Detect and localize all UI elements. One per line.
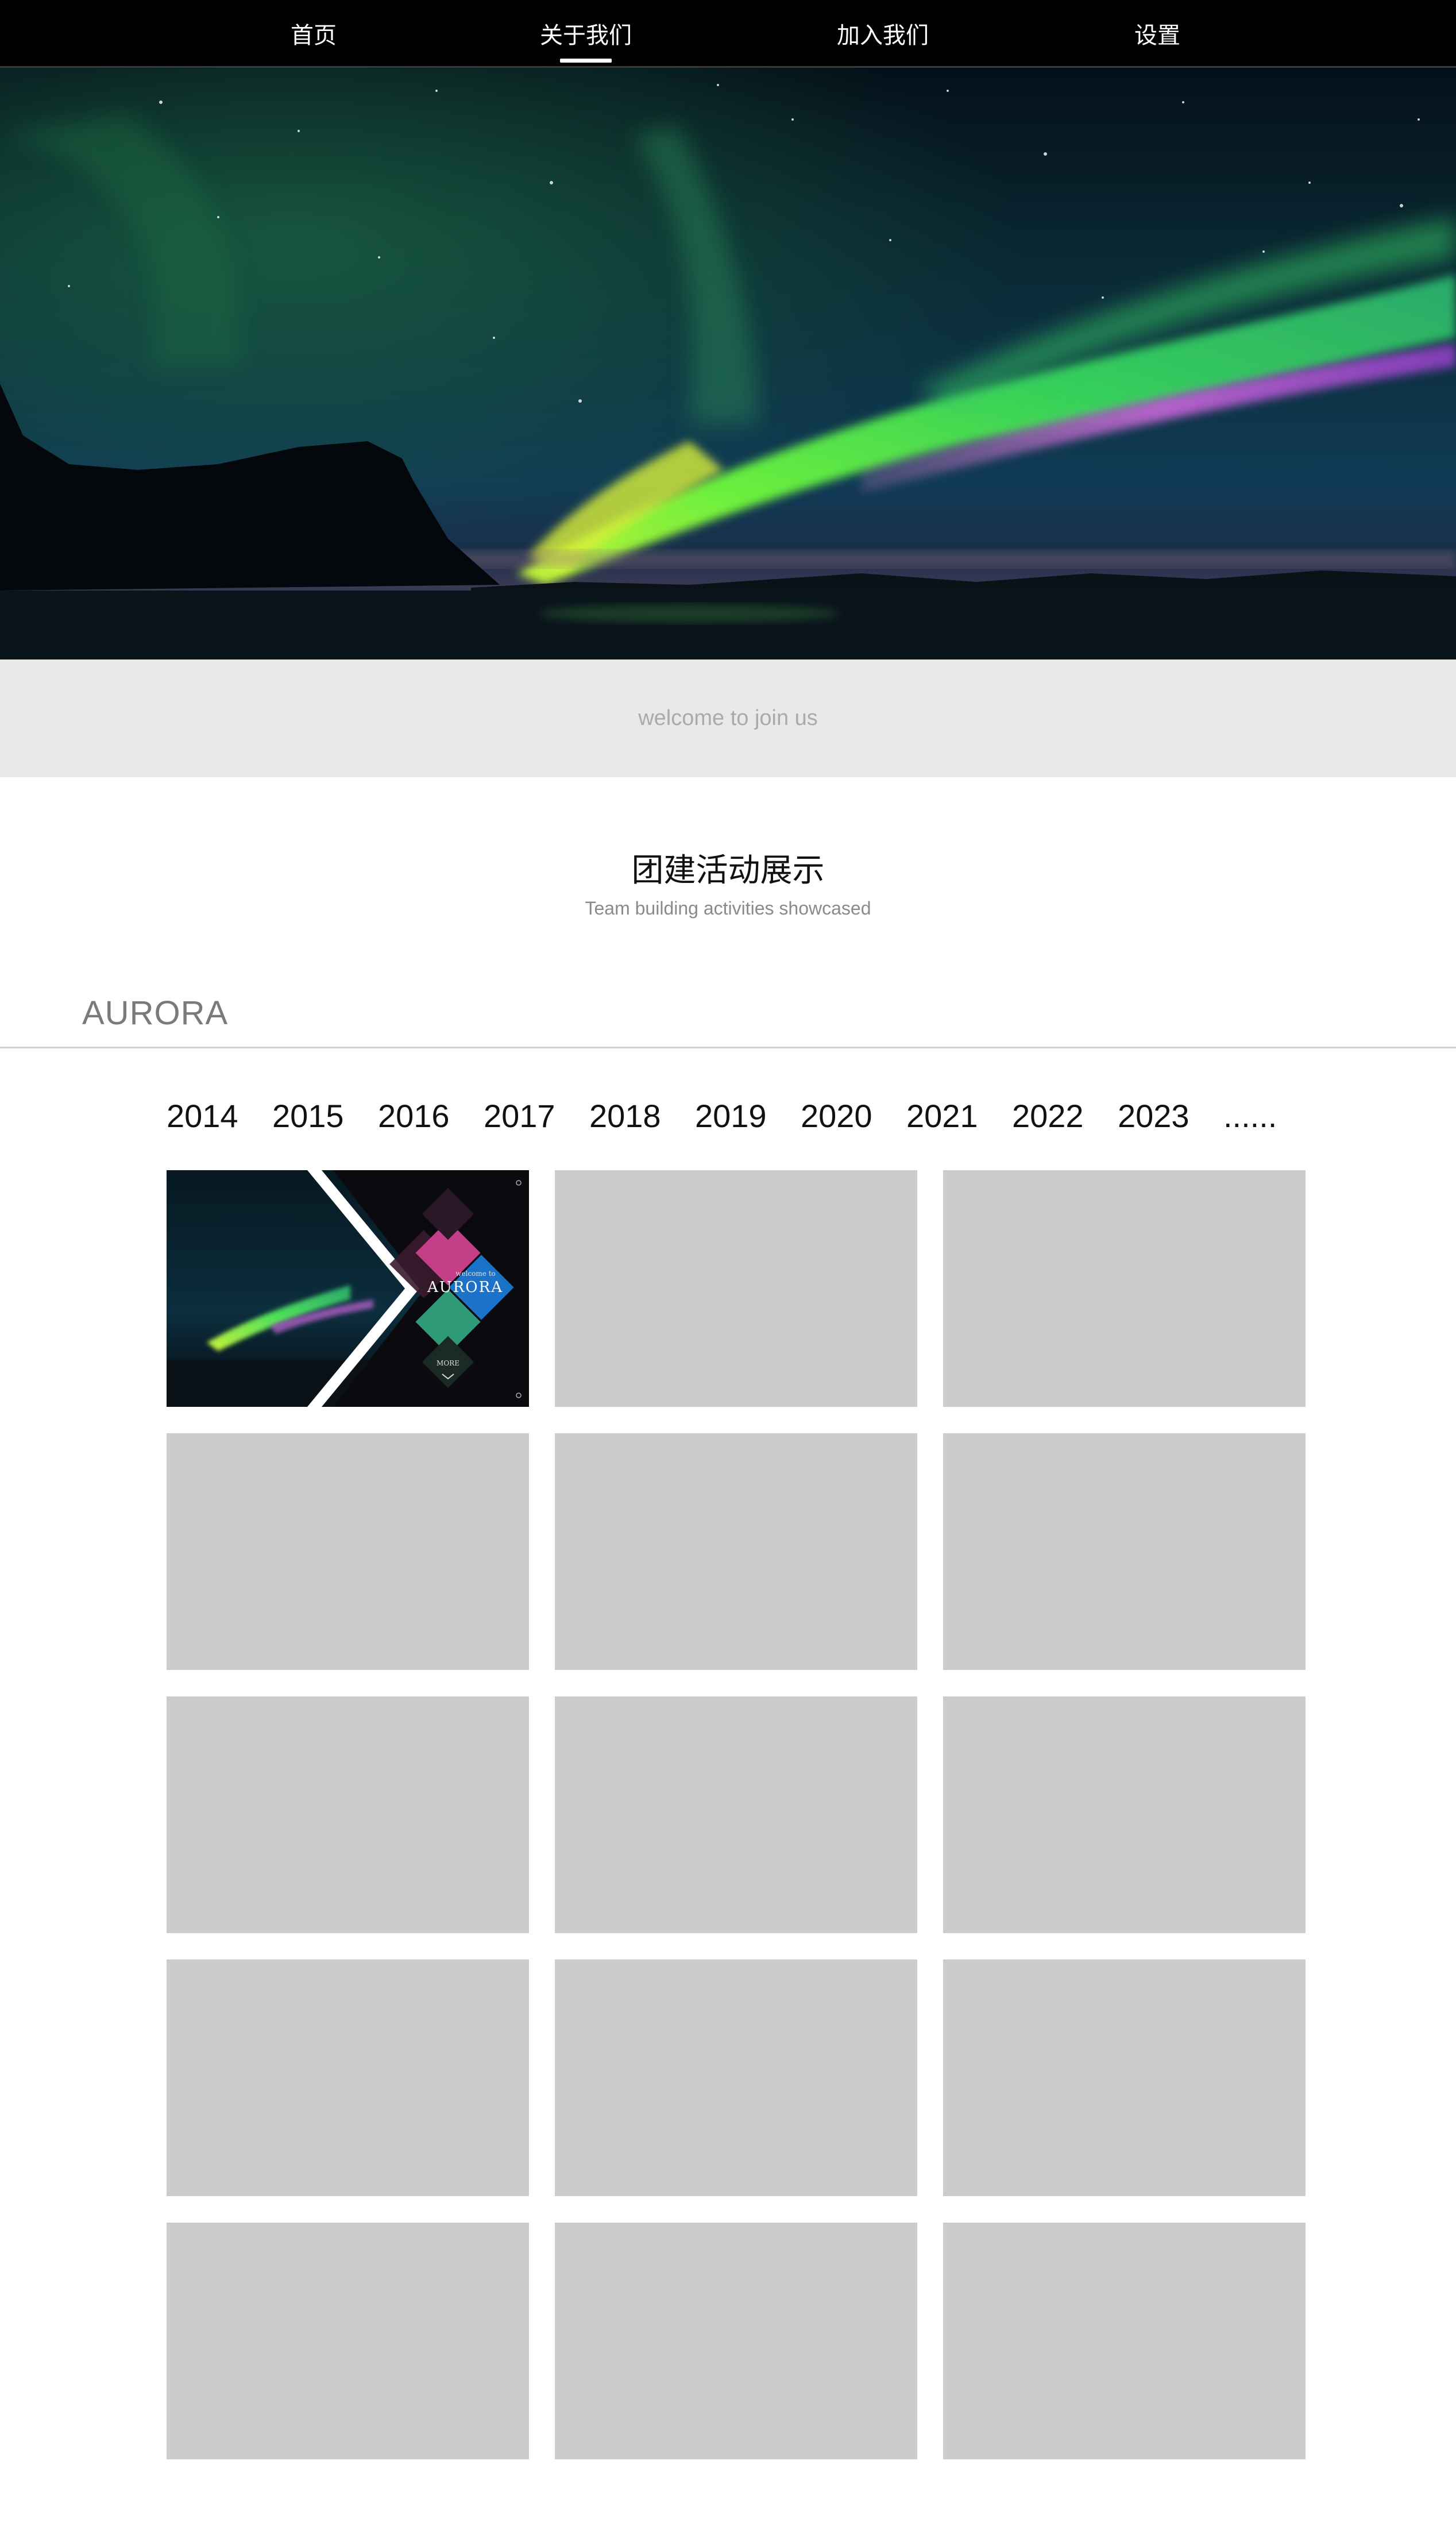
thumbnail-more-text: MORE xyxy=(437,1359,459,1367)
year-tab-2019[interactable]: 2019 xyxy=(695,1097,801,1143)
section-subtitle: Team building activities showcased xyxy=(585,898,871,919)
nav-item-label: 设置 xyxy=(1134,22,1180,49)
year-tab-2017[interactable]: 2017 xyxy=(484,1097,589,1143)
year-tab-more[interactable]: ...... xyxy=(1223,1097,1329,1143)
year-tab-2015[interactable]: 2015 xyxy=(272,1097,378,1143)
nav-item-home[interactable]: 首页 xyxy=(256,0,371,66)
activity-card-placeholder[interactable] xyxy=(555,1696,917,1933)
nav-item-about-us[interactable]: 关于我们 xyxy=(528,0,643,66)
nav-item-join-us[interactable]: 加入我们 xyxy=(825,0,940,66)
aurora-illustration xyxy=(0,68,1456,659)
activity-card-placeholder[interactable] xyxy=(555,2223,917,2459)
activity-card-placeholder[interactable] xyxy=(167,1696,529,1933)
welcome-banner: welcome to join us xyxy=(0,659,1456,777)
year-tab-2021[interactable]: 2021 xyxy=(906,1097,1012,1143)
nav-item-label: 关于我们 xyxy=(540,22,632,49)
section-title: 团建活动展示 xyxy=(631,852,825,889)
activity-card-placeholder[interactable] xyxy=(943,2223,1306,2459)
nav-item-settings[interactable]: 设置 xyxy=(1100,0,1215,66)
activity-card-placeholder[interactable] xyxy=(943,1433,1306,1670)
brand-label: AURORA xyxy=(82,994,229,1032)
year-tab-2018[interactable]: 2018 xyxy=(589,1097,695,1143)
activity-card-placeholder[interactable] xyxy=(167,1433,529,1670)
year-tab-2014[interactable]: 2014 xyxy=(167,1097,272,1143)
divider xyxy=(0,1047,1456,1048)
hero-aurora-image xyxy=(0,68,1456,659)
activity-card-placeholder[interactable] xyxy=(555,1170,917,1407)
activity-grid: welcome to AURORA MORE xyxy=(167,1170,1306,2459)
activity-card-thumbnail[interactable]: welcome to AURORA MORE xyxy=(167,1170,529,1407)
year-tab-2020[interactable]: 2020 xyxy=(801,1097,906,1143)
year-tabs: 2014 2015 2016 2017 2018 2019 2020 2021 … xyxy=(167,1097,1329,1143)
aurora-thumbnail-image: welcome to AURORA MORE xyxy=(167,1170,529,1407)
activity-card-placeholder[interactable] xyxy=(555,1959,917,2196)
year-tab-2016[interactable]: 2016 xyxy=(378,1097,484,1143)
thumbnail-welcome-text: welcome to xyxy=(455,1270,496,1278)
activity-card-placeholder[interactable] xyxy=(167,2223,529,2459)
year-tab-2022[interactable]: 2022 xyxy=(1012,1097,1118,1143)
activity-card-placeholder[interactable] xyxy=(167,1959,529,2196)
activity-card-placeholder[interactable] xyxy=(943,1696,1306,1933)
year-tab-2023[interactable]: 2023 xyxy=(1118,1097,1223,1143)
activity-card-placeholder[interactable] xyxy=(943,1170,1306,1407)
thumbnail-brand-text: AURORA xyxy=(427,1279,503,1296)
welcome-text: welcome to join us xyxy=(638,706,818,730)
nav-item-label: 加入我们 xyxy=(837,22,929,49)
top-nav: 首页 关于我们 加入我们 设置 xyxy=(0,0,1456,68)
nav-item-label: 首页 xyxy=(291,22,337,49)
activity-card-placeholder[interactable] xyxy=(555,1433,917,1670)
active-indicator xyxy=(560,59,612,63)
activity-card-placeholder[interactable] xyxy=(943,1959,1306,2196)
